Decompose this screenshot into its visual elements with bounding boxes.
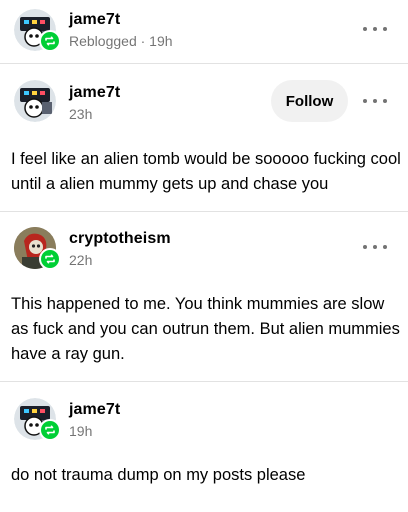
- post-body-text: I feel like an alien tomb would be soooo…: [11, 150, 401, 193]
- header-reblog-meta: Reblogged · 19h: [69, 33, 173, 49]
- reblog-icon: [45, 254, 55, 264]
- post-timestamp: 22h: [69, 252, 93, 268]
- post-username[interactable]: jame7t: [69, 84, 120, 102]
- reblog-badge: [39, 248, 61, 270]
- header-more-options-icon[interactable]: [363, 22, 387, 36]
- post-more-options-icon[interactable]: [363, 240, 387, 254]
- post-body-text: This happened to me. You think mummies a…: [11, 295, 400, 363]
- post-timestamp: 23h: [69, 106, 93, 122]
- follow-button[interactable]: Follow: [271, 80, 348, 122]
- post-timestamp: 19h: [69, 423, 93, 439]
- post-username[interactable]: cryptotheism: [69, 230, 171, 248]
- reblog-icon: [45, 425, 55, 435]
- post-body-text: do not trauma dump on my posts please: [11, 466, 306, 484]
- reblog-icon: [45, 36, 55, 46]
- divider: [0, 381, 408, 382]
- reblog-badge: [39, 30, 61, 52]
- divider: [0, 63, 408, 64]
- divider: [0, 211, 408, 212]
- header-username[interactable]: jame7t: [69, 11, 120, 29]
- avatar-jame7t[interactable]: [14, 80, 56, 122]
- post-username[interactable]: jame7t: [69, 401, 120, 419]
- reblog-badge: [39, 419, 61, 441]
- post-more-options-icon[interactable]: [363, 94, 387, 108]
